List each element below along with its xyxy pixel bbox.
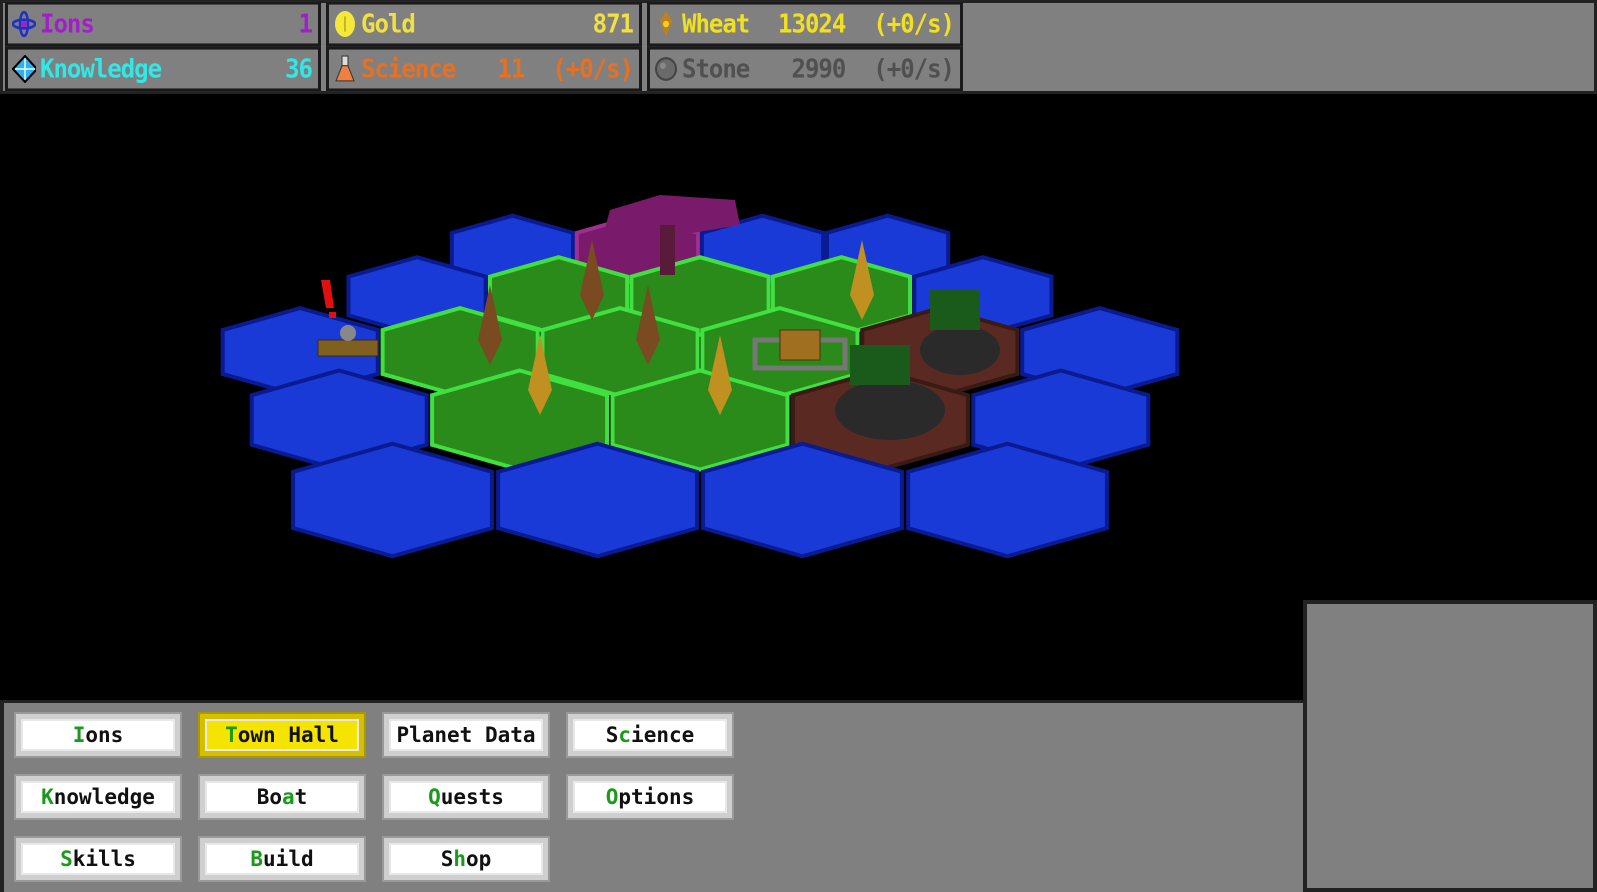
button-label: Knowledge <box>41 785 155 809</box>
button-label: Quests <box>428 785 504 809</box>
boat-unit <box>340 325 356 341</box>
resource-value: 36 <box>285 53 313 85</box>
menu-button-ions[interactable]: Ions <box>14 712 182 758</box>
resource-name: Science <box>361 53 456 85</box>
quarry-cart <box>930 290 980 330</box>
resource-knowledge: Knowledge 36 <box>5 46 321 92</box>
alert-exclamation-icon <box>321 280 334 308</box>
button-label: Ions <box>72 723 124 747</box>
resource-value: 11 <box>497 53 525 85</box>
menu-button-skills[interactable]: Skills <box>14 836 182 882</box>
quarry-cart <box>850 345 910 385</box>
hotkey-letter: S <box>60 847 73 871</box>
button-label: Shop <box>440 847 492 871</box>
gold-coin-icon <box>333 11 357 37</box>
resource-name: Ions <box>40 8 95 40</box>
resource-name: Wheat <box>682 8 750 40</box>
resource-rate: (+0/s) <box>873 8 955 40</box>
menu-button-knowledge[interactable]: Knowledge <box>14 774 182 820</box>
diamond-icon <box>12 54 36 84</box>
hotkey-letter: a <box>281 785 295 809</box>
button-label: Town Hall <box>225 723 339 747</box>
button-label: Science <box>605 723 695 747</box>
resource-name: Stone <box>682 53 750 85</box>
stone-quarry <box>835 380 945 440</box>
hotkey-letter: B <box>250 847 264 871</box>
resource-rate: (+0/s) <box>873 53 955 85</box>
boat <box>317 339 379 357</box>
button-label: Planet Data <box>396 723 536 747</box>
resource-stone: Stone 2990 (+0/s) <box>647 46 963 92</box>
resource-name: Gold <box>361 8 416 40</box>
town-hall-building <box>779 329 821 361</box>
resource-gold: Gold 871 <box>326 1 642 47</box>
menu-button-options[interactable]: Options <box>566 774 734 820</box>
hotkey-letter: c <box>618 723 632 747</box>
info-panel <box>1303 600 1597 892</box>
hotkey-letter: K <box>41 785 54 809</box>
menu-button-science[interactable]: Science <box>566 712 734 758</box>
resource-name: Knowledge <box>40 53 162 85</box>
hotkey-letter: h <box>453 847 466 871</box>
hotkey-letter: T <box>225 723 238 747</box>
alert-exclamation-dot <box>329 312 336 318</box>
stone-icon <box>654 56 678 82</box>
resource-wheat: Wheat 13024 (+0/s) <box>647 1 963 47</box>
button-label: Boat <box>256 785 308 809</box>
menu-button-quests[interactable]: Quests <box>382 774 550 820</box>
resource-science: Science 11 (+0/s) <box>326 46 642 92</box>
menu-button-boat[interactable]: Boat <box>198 774 366 820</box>
menu-button-planet-data[interactable]: Planet Data <box>382 712 550 758</box>
wheat-icon <box>654 11 678 37</box>
hotkey-letter: O <box>605 785 619 809</box>
button-label: Options <box>605 785 695 809</box>
resource-ions: Ions 1 <box>5 1 321 47</box>
hotkey-letter: Q <box>428 785 441 809</box>
menu-button-build[interactable]: Build <box>198 836 366 882</box>
resource-value: 13024 <box>778 8 846 40</box>
resource-value: 871 <box>592 8 634 40</box>
stone-quarry <box>920 325 1000 375</box>
button-label: Build <box>250 847 314 871</box>
resource-value: 2990 <box>791 53 847 85</box>
button-label: Skills <box>60 847 136 871</box>
resource-rate: (+0/s) <box>552 53 634 85</box>
menu-button-town-hall[interactable]: Town Hall <box>198 712 366 758</box>
menu-button-shop[interactable]: Shop <box>382 836 550 882</box>
resource-value: 1 <box>298 8 313 40</box>
hotkey-letter: I <box>72 723 86 747</box>
selection-beam <box>660 225 675 275</box>
atom-icon <box>12 11 36 37</box>
flask-icon <box>333 55 357 82</box>
